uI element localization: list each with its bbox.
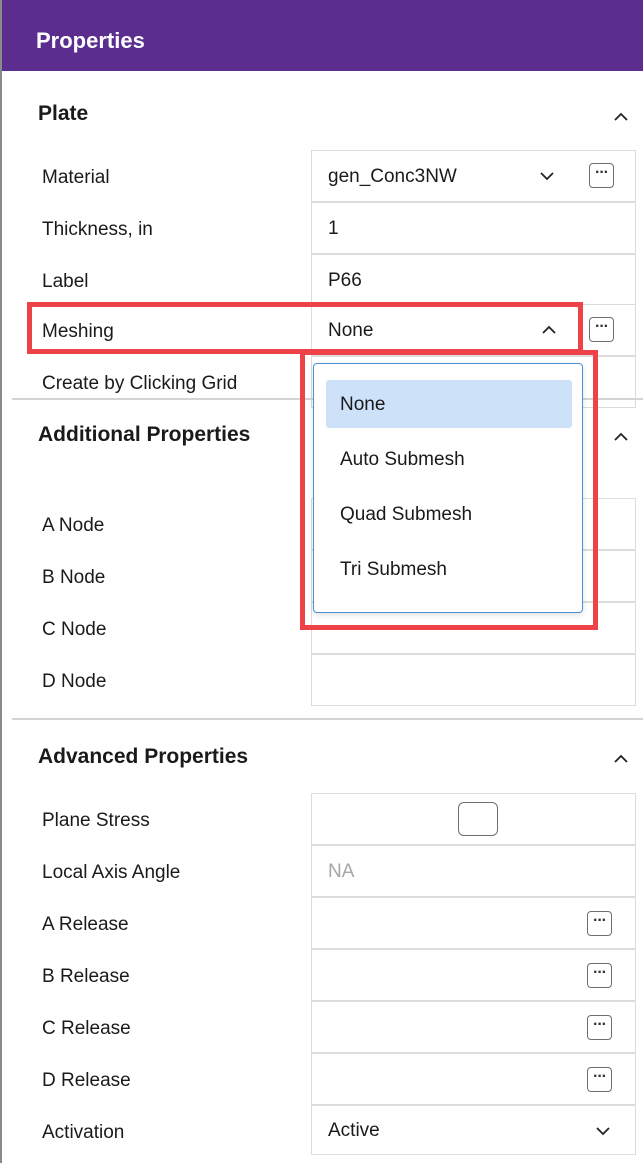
activation-value: Active [328,1120,380,1141]
d-release-more-button[interactable]: ··· [587,1067,612,1092]
c-release-more-button[interactable]: ··· [587,1015,612,1040]
label-label: Label [42,271,89,292]
a-release-field[interactable]: ··· [311,897,636,949]
meshing-more-button[interactable]: ··· [589,317,614,342]
meshing-label: Meshing [42,321,114,342]
material-label: Material [42,167,110,188]
label-value: P66 [328,270,362,291]
d-release-field[interactable]: ··· [311,1053,636,1105]
thickness-label: Thickness, in [42,219,153,240]
chevron-up-icon[interactable] [542,323,556,337]
plane-stress-cell [311,793,636,845]
a-node-label: A Node [42,515,105,536]
meshing-value: None [328,320,374,341]
chevron-up-icon[interactable] [614,430,628,444]
chevron-up-icon[interactable] [614,110,628,124]
d-node-field[interactable] [311,654,636,706]
c-release-field[interactable]: ··· [311,1001,636,1053]
b-release-label: B Release [42,966,130,987]
a-release-label: A Release [42,914,129,935]
dropdown-option-label: Quad Submesh [340,504,473,525]
plane-stress-label: Plane Stress [42,810,150,831]
chevron-up-icon[interactable] [614,752,628,766]
panel-title: Properties [36,28,145,53]
dropdown-option-quad-submesh[interactable]: Quad Submesh [326,490,572,538]
b-release-more-button[interactable]: ··· [587,963,612,988]
a-release-more-button[interactable]: ··· [587,911,612,936]
section-header-additional[interactable]: Additional Properties [38,423,250,447]
chevron-down-icon[interactable] [540,169,554,183]
thickness-value: 1 [328,218,339,239]
properties-titlebar: Properties [2,0,643,71]
dropdown-option-label: Tri Submesh [340,559,447,580]
plane-stress-checkbox[interactable] [458,802,498,836]
local-axis-angle-value: NA [328,861,355,882]
dropdown-option-label: None [340,394,386,415]
dropdown-option-tri-submesh[interactable]: Tri Submesh [326,545,572,593]
section-divider [12,718,643,720]
material-more-button[interactable]: ··· [589,163,614,188]
section-header-plate[interactable]: Plate [38,102,88,126]
dropdown-option-label: Auto Submesh [340,449,465,470]
label-field[interactable]: P66 [311,254,636,306]
section-header-advanced[interactable]: Advanced Properties [38,745,248,769]
properties-panel: Properties Plate Material gen_Conc3NW ··… [0,0,643,1163]
thickness-field[interactable]: 1 [311,202,636,254]
c-release-label: C Release [42,1018,131,1039]
chevron-down-icon[interactable] [596,1124,610,1138]
local-axis-angle-label: Local Axis Angle [42,862,181,883]
c-node-label: C Node [42,619,107,640]
d-release-label: D Release [42,1070,131,1091]
b-release-field[interactable]: ··· [311,949,636,1001]
create-by-grid-label: Create by Clicking Grid [42,373,238,394]
b-node-label: B Node [42,567,106,588]
meshing-select[interactable]: None ··· [311,304,636,356]
dropdown-option-none[interactable]: None [326,380,572,428]
meshing-dropdown-list: None Auto Submesh Quad Submesh Tri Subme… [313,363,583,613]
material-value: gen_Conc3NW [328,166,457,187]
dropdown-option-auto-submesh[interactable]: Auto Submesh [326,435,572,483]
material-select[interactable]: gen_Conc3NW ··· [311,150,636,202]
d-node-label: D Node [42,671,107,692]
local-axis-angle-field: NA [311,845,636,897]
activation-select[interactable]: Active [311,1105,636,1155]
activation-label: Activation [42,1122,125,1143]
